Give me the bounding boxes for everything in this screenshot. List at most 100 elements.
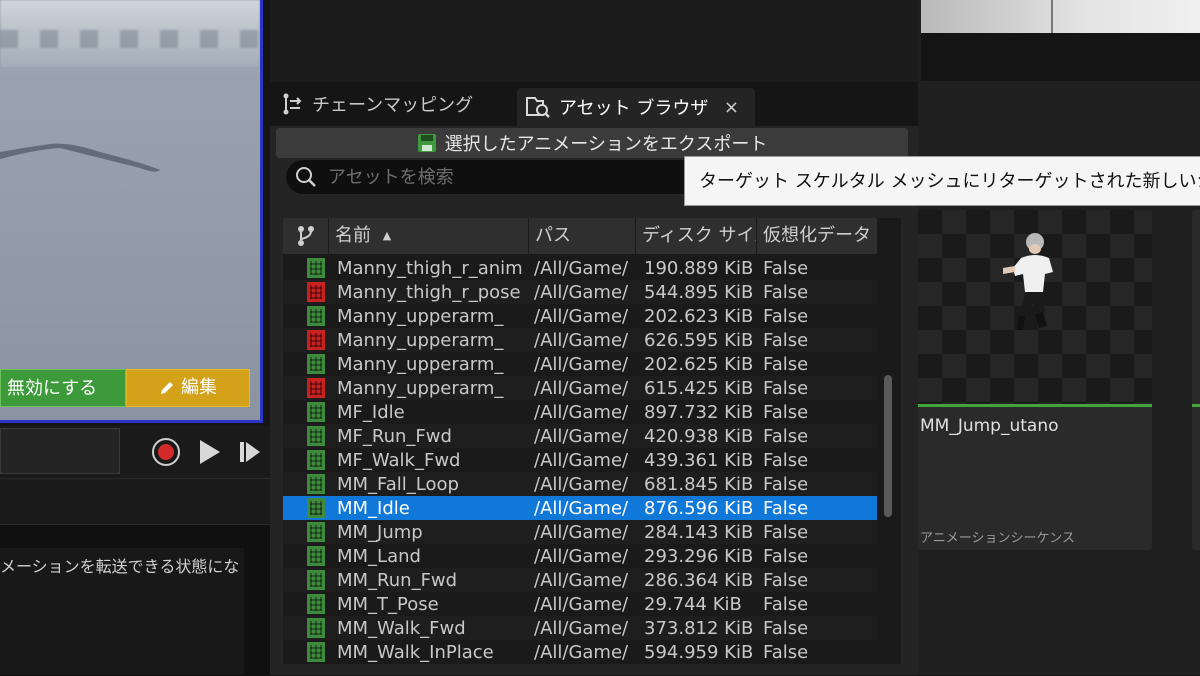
table-row[interactable]: MF_Walk_Fwd/All/Game/439.361 KiB False — [283, 448, 877, 472]
asset-disk-size: 876.596 KiB — [644, 497, 754, 519]
table-row[interactable]: Manny_thigh_r_pose/All/Game/544.895 KiB F… — [283, 280, 877, 304]
asset-virtualized: False — [763, 497, 809, 519]
export-tooltip: ターゲット スケルタル メッシュにリターゲットされた新しいシーケン — [684, 156, 1200, 206]
asset-path: /All/Game/ — [534, 497, 629, 519]
table-row[interactable]: Manny_upperarm_ /All/Game/615.425 KiB Fals… — [283, 376, 877, 400]
asset-virtualized: False — [763, 377, 809, 399]
asset-virtualized: False — [763, 305, 809, 327]
asset-disk-size: 594.959 KiB — [644, 641, 754, 663]
asset-type-icon-cell — [283, 474, 335, 494]
disable-button[interactable]: 無効にする — [0, 369, 126, 407]
table-row[interactable]: Manny_upperarm_ /All/Game/202.623 KiB Fals… — [283, 304, 877, 328]
animation-sequence-icon — [307, 306, 325, 326]
asset-type-icon-cell — [283, 546, 335, 566]
asset-path: /All/Game/ — [534, 425, 629, 447]
asset-virtualized: False — [763, 401, 809, 423]
asset-path: /All/Game/ — [534, 593, 629, 615]
table-row[interactable]: MM_Run_Fwd/All/Game/286.364 KiB False — [283, 568, 877, 592]
asset-type-icon-cell — [283, 570, 335, 590]
asset-disk-size: 544.895 KiB — [644, 281, 754, 303]
asset-type-icon-cell — [283, 258, 335, 278]
preview-viewport[interactable] — [0, 0, 263, 423]
record-button[interactable] — [152, 438, 180, 466]
scrollbar-thumb[interactable] — [884, 375, 892, 517]
asset-type-icon-cell — [283, 306, 335, 326]
table-row[interactable]: MM_Idle/All/Game/876.596 KiB False — [283, 496, 877, 520]
table-row[interactable]: MF_Run_Fwd/All/Game/420.938 KiB False — [283, 424, 877, 448]
asset-disk-size: 626.595 KiB — [644, 329, 754, 351]
edit-button[interactable]: 編集 — [126, 369, 250, 407]
step-bar-icon — [240, 442, 244, 462]
column-header-path[interactable]: パス — [529, 218, 636, 254]
asset-card-title: MM_Jump_utano — [920, 416, 1059, 436]
table-row[interactable]: MF_Idle/All/Game/897.732 KiB False — [283, 400, 877, 424]
asset-path: /All/Game/ — [534, 521, 629, 543]
asset-disk-size: 202.623 KiB — [644, 305, 754, 327]
close-tab-icon[interactable]: × — [724, 97, 739, 118]
asset-disk-size: 286.364 KiB — [644, 569, 754, 591]
asset-virtualized: False — [763, 593, 809, 615]
table-row[interactable]: Manny_thigh_r_anim/All/Game/190.889 KiB F… — [283, 256, 877, 280]
playback-field[interactable] — [0, 428, 120, 474]
table-row[interactable]: Manny_upperarm_ /All/Game/626.595 KiB Fals… — [283, 328, 877, 352]
asset-card-partial[interactable] — [1192, 210, 1200, 550]
asset-name: MM_Walk_InPlace — [337, 641, 494, 663]
table-row[interactable]: MM_Fall_Loop/All/Game/681.845 KiB False — [283, 472, 877, 496]
asset-name: Manny_upperarm_ — [337, 377, 504, 399]
play-button[interactable] — [200, 440, 220, 464]
step-forward-button[interactable] — [240, 442, 260, 462]
tab-chain-mapping[interactable]: チェーンマッピング — [280, 88, 473, 120]
retarget-action-bar: 無効にする 編集 — [0, 369, 250, 407]
asset-browser-icon — [526, 97, 550, 118]
asset-disk-size: 284.143 KiB — [644, 521, 754, 543]
viewport-background — [0, 0, 260, 68]
asset-name: MM_Jump — [337, 521, 423, 543]
asset-name: Manny_upperarm_ — [337, 353, 504, 375]
column-filter-button[interactable] — [283, 218, 329, 254]
asset-type-icon-cell — [283, 498, 335, 518]
asset-virtualized: False — [763, 449, 809, 471]
tab-asset-browser[interactable]: アセット ブラウザ × — [517, 88, 755, 126]
animation-sequence-icon — [307, 594, 325, 614]
table-row[interactable]: MM_Jump/All/Game/284.143 KiB False — [283, 520, 877, 544]
asset-virtualized: False — [763, 425, 809, 447]
asset-path: /All/Game/ — [534, 329, 629, 351]
pose-asset-icon — [307, 282, 325, 302]
chain-mapping-icon — [283, 93, 302, 115]
export-animations-button[interactable]: 選択したアニメーションをエクスポート — [276, 128, 908, 158]
asset-name: MF_Run_Fwd — [337, 425, 452, 447]
table-row[interactable]: MM_T_Pose/All/Game/29.744 KiB False — [283, 592, 877, 616]
pose-asset-icon — [307, 330, 325, 350]
asset-virtualized: False — [763, 617, 809, 639]
animation-sequence-icon — [307, 426, 325, 446]
pencil-icon — [161, 382, 173, 394]
table-row[interactable]: MM_Walk_InPlace/All/Game/594.959 KiB Fals… — [283, 640, 877, 664]
animation-sequence-icon — [307, 474, 325, 494]
table-row[interactable]: MM_Walk_Fwd/All/Game/373.812 KiB False — [283, 616, 877, 640]
column-header-virtualized[interactable]: 仮想化データ — [757, 218, 877, 254]
right-viewport-preview — [921, 0, 1200, 33]
search-input[interactable] — [326, 165, 690, 189]
asset-path: /All/Game/ — [534, 473, 629, 495]
asset-disk-size: 681.845 KiB — [644, 473, 754, 495]
animation-sequence-icon — [307, 570, 325, 590]
asset-disk-size: 190.889 KiB — [644, 257, 754, 279]
asset-path: /All/Game/ — [534, 641, 629, 663]
column-header-disk-size[interactable]: ディスク サイズ — [636, 218, 757, 254]
edit-button-label: 編集 — [181, 377, 217, 398]
asset-type-icon-cell — [283, 378, 335, 398]
divider — [0, 478, 270, 479]
asset-disk-size: 439.361 KiB — [644, 449, 754, 471]
asset-type-color-bar — [918, 404, 1152, 407]
column-header-name[interactable]: 名前 ▲ — [329, 218, 529, 254]
asset-path: /All/Game/ — [534, 401, 629, 423]
asset-virtualized: False — [763, 641, 809, 663]
asset-path: /All/Game/ — [534, 569, 629, 591]
table-row[interactable]: Manny_upperarm_ /All/Game/202.625 KiB Fals… — [283, 352, 877, 376]
panel-top-area — [270, 0, 918, 82]
table-row[interactable]: MM_Land/All/Game/293.296 KiB False — [283, 544, 877, 568]
asset-name: Manny_thigh_r_pose — [337, 281, 521, 303]
asset-virtualized: False — [763, 545, 809, 567]
tab-asset-browser-label: アセット ブラウザ — [559, 98, 709, 119]
asset-search-box[interactable] — [286, 160, 706, 194]
